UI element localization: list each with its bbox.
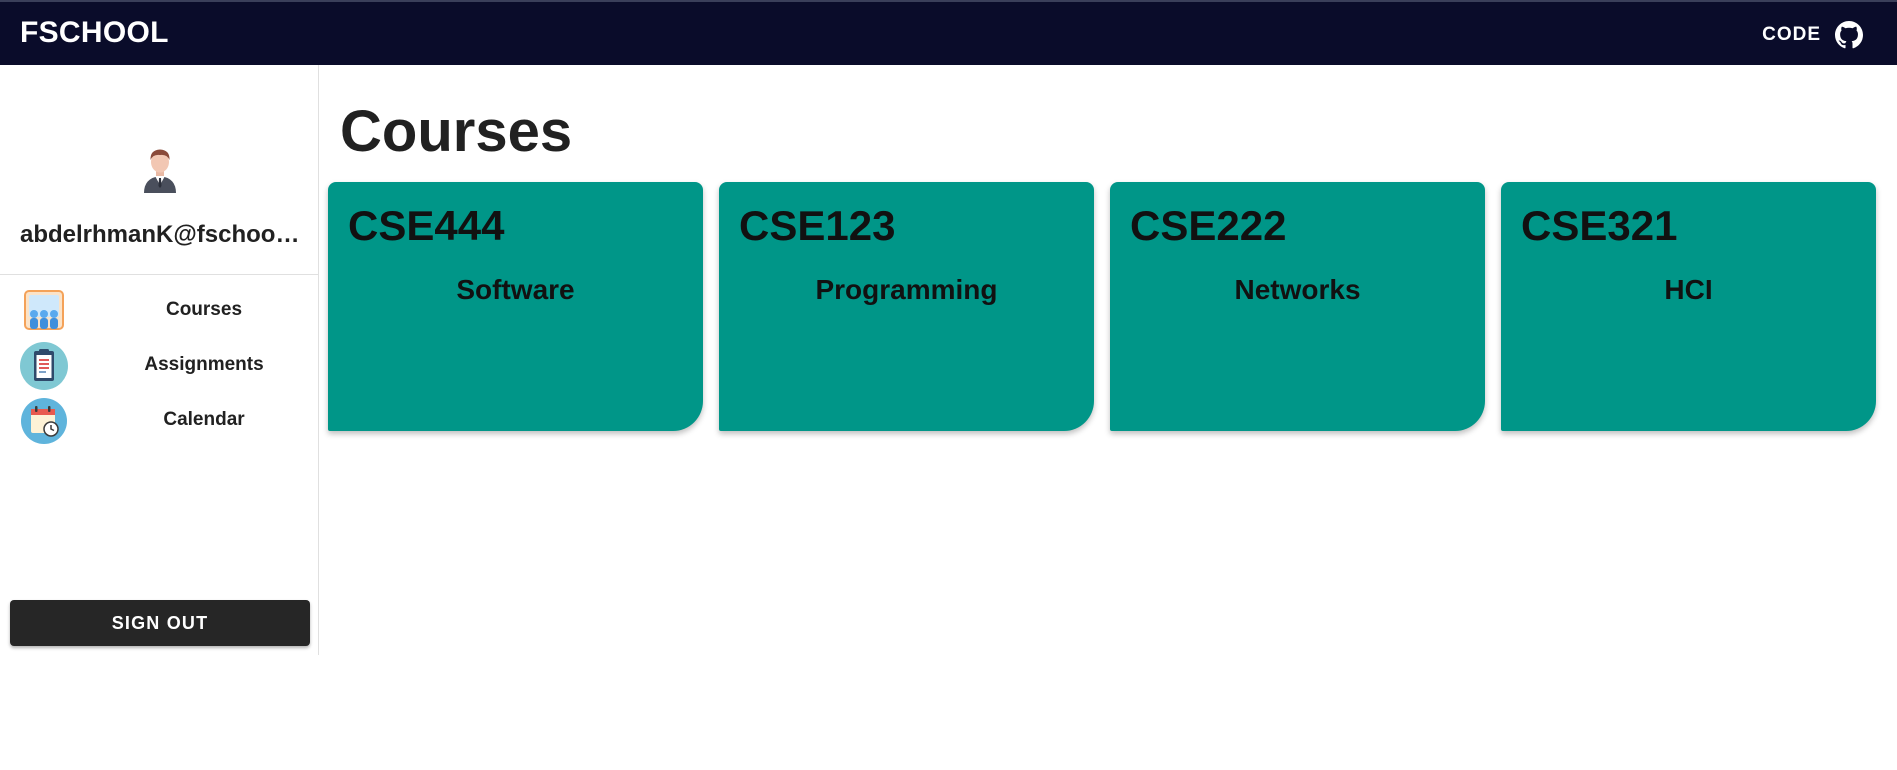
github-icon bbox=[1835, 21, 1863, 49]
course-card[interactable]: CSE444 Software bbox=[328, 182, 703, 431]
sidebar-item-label: Courses bbox=[165, 299, 243, 320]
course-code: CSE123 bbox=[739, 202, 896, 249]
calendar-icon bbox=[21, 398, 67, 444]
course-code: CSE444 bbox=[348, 202, 505, 249]
sidebar: abdelrhmanK@fschool.com Courses Assignme… bbox=[0, 65, 319, 655]
code-label: CODE bbox=[1762, 24, 1821, 45]
course-card[interactable]: CSE321 HCI bbox=[1501, 182, 1876, 431]
course-card[interactable]: CSE222 Networks bbox=[1110, 182, 1485, 431]
user-email: abdelrhmanK@fschool.com bbox=[20, 221, 302, 248]
user-avatar-icon bbox=[144, 149, 176, 193]
sidebar-item-label: Assignments bbox=[144, 354, 264, 375]
course-card[interactable]: CSE123 Programming bbox=[719, 182, 1094, 431]
sidebar-item-assignments[interactable]: Assignments bbox=[0, 339, 319, 391]
code-link[interactable]: CODE bbox=[1762, 19, 1863, 51]
page-title: Courses bbox=[340, 99, 573, 164]
sign-out-button[interactable]: SIGN OUT bbox=[10, 600, 310, 646]
course-name: Programming bbox=[815, 274, 998, 305]
course-code: CSE321 bbox=[1521, 202, 1678, 249]
course-code: CSE222 bbox=[1130, 202, 1287, 249]
clipboard-icon bbox=[20, 342, 68, 390]
course-name: Networks bbox=[1234, 274, 1361, 305]
course-name: Software bbox=[456, 274, 575, 305]
sidebar-item-calendar[interactable]: Calendar bbox=[0, 394, 319, 446]
app-brand[interactable]: FSCHOOL bbox=[20, 16, 169, 50]
top-app-bar: FSCHOOL CODE bbox=[0, 0, 1897, 65]
sidebar-item-courses[interactable]: Courses bbox=[0, 284, 319, 336]
courses-icon bbox=[24, 290, 64, 330]
sidebar-divider bbox=[0, 274, 319, 275]
course-card-list: CSE444 Software CSE123 Programming CSE22… bbox=[328, 182, 1878, 432]
course-name: HCI bbox=[1664, 274, 1713, 305]
sidebar-item-label: Calendar bbox=[163, 409, 245, 430]
